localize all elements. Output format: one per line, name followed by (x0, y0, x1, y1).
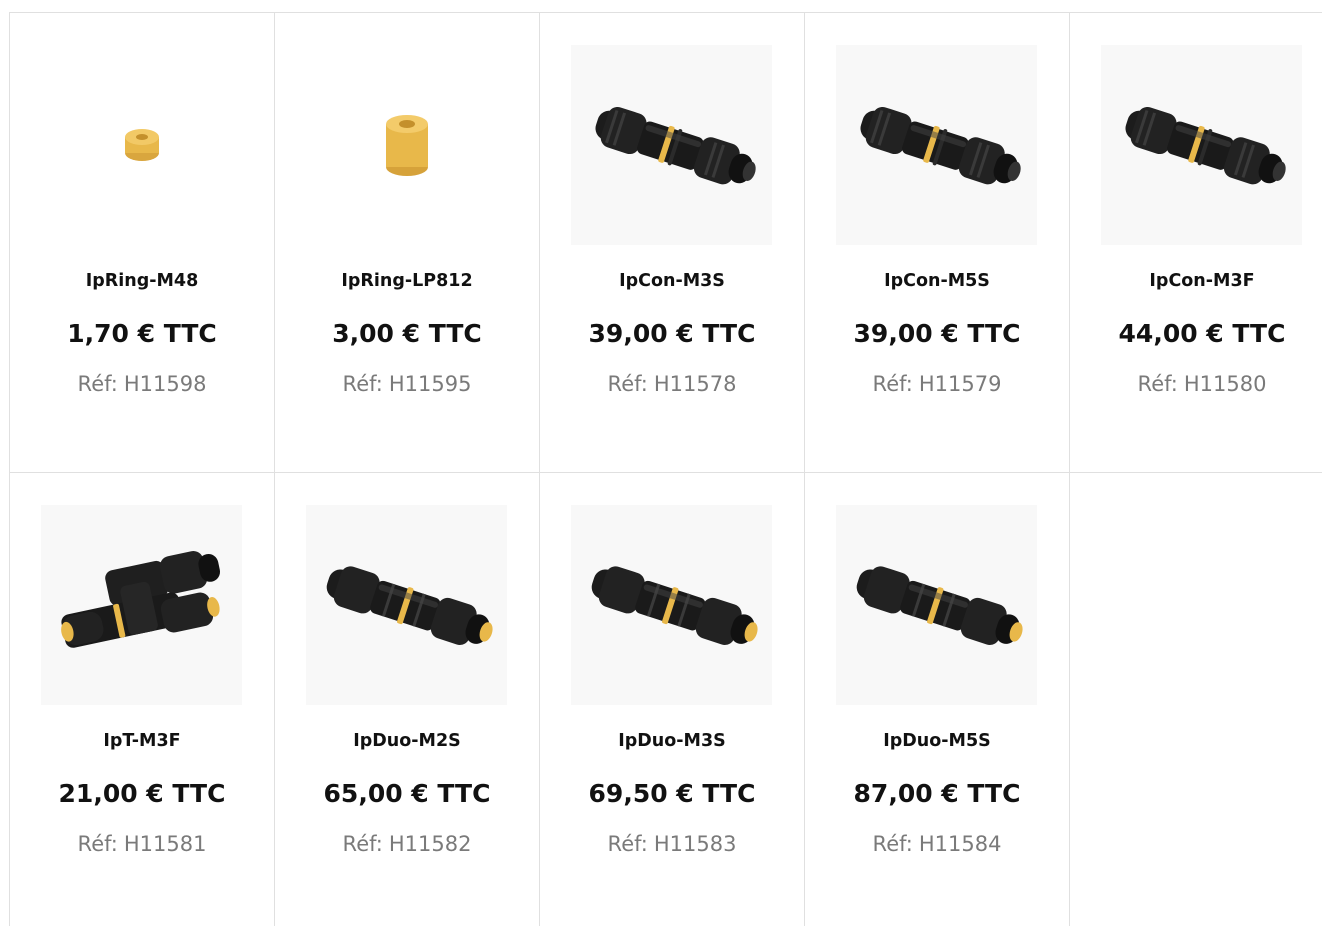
product-ref: Réf: H11582 (342, 832, 472, 856)
product-card[interactable]: IpRing-M48 1,70 € TTC Réf: H11598 (10, 13, 275, 473)
product-ref: Réf: H11583 (607, 832, 737, 856)
product-price: 3,00 € TTC (332, 319, 482, 348)
yellow-ring-tall-icon[interactable] (306, 45, 507, 245)
product-card[interactable]: IpDuo-M2S 65,00 € TTC Réf: H11582 (275, 473, 540, 926)
product-ref: Réf: H11595 (342, 372, 472, 396)
product-card[interactable]: IpRing-LP812 3,00 € TTC Réf: H11595 (275, 13, 540, 473)
product-name[interactable]: IpCon-M3S (540, 271, 804, 291)
product-ref: Réf: H11584 (872, 832, 1002, 856)
product-price: 39,00 € TTC (853, 319, 1021, 348)
product-name[interactable]: IpT-M3F (10, 731, 274, 751)
product-price: 1,70 € TTC (67, 319, 217, 348)
product-name[interactable]: IpRing-M48 (10, 271, 274, 291)
yellow-ring-small-icon[interactable] (41, 45, 242, 245)
product-price: 69,50 € TTC (588, 779, 756, 808)
duo-connector-icon[interactable] (306, 505, 507, 705)
duo-connector-icon[interactable] (836, 505, 1037, 705)
product-card[interactable]: IpCon-M3S 39,00 € TTC Réf: H11578 (540, 13, 805, 473)
product-card[interactable]: IpCon-M5S 39,00 € TTC Réf: H11579 (805, 13, 1070, 473)
product-name[interactable]: IpDuo-M2S (275, 731, 539, 751)
product-name[interactable]: IpCon-M3F (1070, 271, 1322, 291)
product-card[interactable]: IpDuo-M5S 87,00 € TTC Réf: H11584 (805, 473, 1070, 926)
product-ref: Réf: H11579 (872, 372, 1002, 396)
product-price: 44,00 € TTC (1118, 319, 1286, 348)
product-name[interactable]: IpCon-M5S (805, 271, 1069, 291)
product-price: 87,00 € TTC (853, 779, 1021, 808)
product-name[interactable]: IpDuo-M3S (540, 731, 804, 751)
product-ref: Réf: H11581 (77, 832, 207, 856)
duo-connector-icon[interactable] (571, 505, 772, 705)
product-price: 39,00 € TTC (588, 319, 756, 348)
inline-connector-icon[interactable] (1101, 45, 1302, 245)
empty-grid-cell (1070, 473, 1322, 926)
inline-connector-icon[interactable] (571, 45, 772, 245)
product-price: 65,00 € TTC (323, 779, 491, 808)
product-name[interactable]: IpRing-LP812 (275, 271, 539, 291)
product-card[interactable]: IpT-M3F 21,00 € TTC Réf: H11581 (10, 473, 275, 926)
product-card[interactable]: IpCon-M3F 44,00 € TTC Réf: H11580 (1070, 13, 1322, 473)
product-card[interactable]: IpDuo-M3S 69,50 € TTC Réf: H11583 (540, 473, 805, 926)
inline-connector-icon[interactable] (836, 45, 1037, 245)
product-ref: Réf: H11578 (607, 372, 737, 396)
t-connector-icon[interactable] (41, 505, 242, 705)
product-ref: Réf: H11580 (1137, 372, 1267, 396)
product-name[interactable]: IpDuo-M5S (805, 731, 1069, 751)
product-ref: Réf: H11598 (77, 372, 207, 396)
product-grid: IpRing-M48 1,70 € TTC Réf: H11598 IpRing-… (9, 12, 1322, 926)
product-price: 21,00 € TTC (58, 779, 226, 808)
